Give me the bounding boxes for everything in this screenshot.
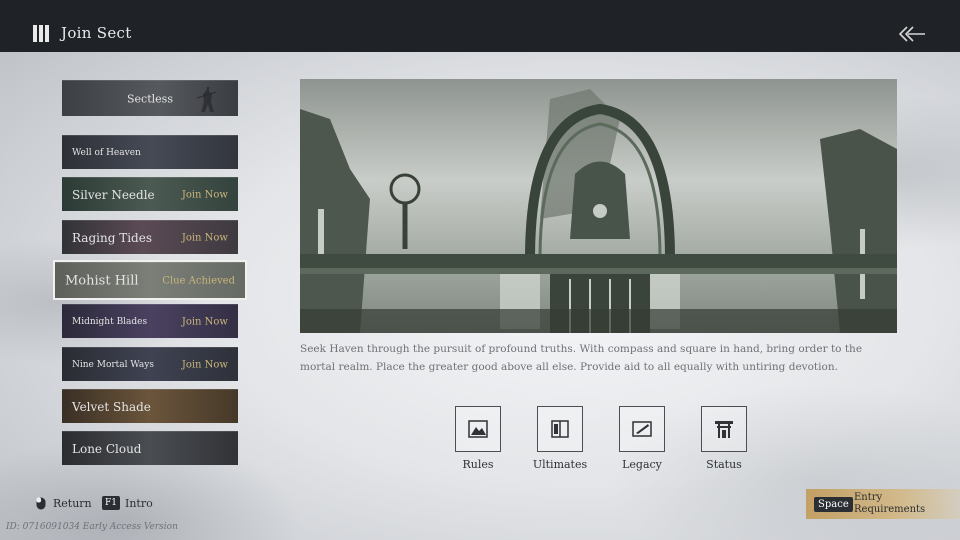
gate-icon xyxy=(715,421,733,438)
mouse-icon xyxy=(36,497,46,510)
sect-item-raging-tides[interactable]: Raging Tides Join Now xyxy=(62,220,238,254)
sect-name: Raging Tides xyxy=(72,230,152,245)
book-icon xyxy=(551,420,569,438)
sect-status: Join Now xyxy=(181,316,228,327)
f1-key-icon: F1 xyxy=(102,496,120,510)
status-label: Status xyxy=(706,458,742,471)
sect-name: Well of Heaven xyxy=(72,147,141,158)
sect-name: Nine Mortal Ways xyxy=(72,359,154,370)
mohist-hill-illustration xyxy=(300,79,897,333)
sect-artwork xyxy=(300,79,897,333)
sect-banner-icon xyxy=(33,25,49,42)
status-button[interactable]: Status xyxy=(700,406,748,471)
space-key-icon: Space xyxy=(814,497,853,512)
sect-item-midnight-blades[interactable]: Midnight Blades Join Now xyxy=(62,304,238,338)
swordsman-silhouette-icon xyxy=(196,87,217,112)
double-chevron-left-icon[interactable] xyxy=(898,25,926,43)
sect-item-mohist-hill[interactable]: Mohist Hill Clue Achieved xyxy=(53,260,247,300)
ultimates-button[interactable]: Ultimates xyxy=(533,406,587,471)
sect-name: Lone Cloud xyxy=(72,441,142,456)
legacy-button[interactable]: Legacy xyxy=(618,406,666,471)
rules-label: Rules xyxy=(462,458,494,471)
sect-item-lone-cloud[interactable]: Lone Cloud xyxy=(62,431,238,465)
sect-description: Seek Haven through the pursuit of profou… xyxy=(300,343,863,373)
legacy-label: Legacy xyxy=(622,458,662,471)
sect-item-silver-needle[interactable]: Silver Needle Join Now xyxy=(62,177,238,211)
ultimates-button-frame[interactable] xyxy=(537,406,583,452)
top-bar: Join Sect xyxy=(0,0,960,52)
sect-name: Mohist Hill xyxy=(65,273,139,288)
ultimates-label: Ultimates xyxy=(532,458,588,471)
sect-item-well-of-heaven[interactable]: Well of Heaven xyxy=(62,135,238,169)
sect-item-velvet-shade[interactable]: Velvet Shade xyxy=(62,389,238,423)
brush-icon xyxy=(632,421,652,437)
rules-scroll-icon xyxy=(468,420,488,438)
page-title: Join Sect xyxy=(61,24,132,42)
sect-status: Clue Achieved xyxy=(162,275,235,286)
intro-label: Intro xyxy=(125,497,153,510)
sect-status: Join Now xyxy=(181,359,228,370)
sect-item-nine-mortal-ways[interactable]: Nine Mortal Ways Join Now xyxy=(62,347,238,381)
sect-item-sectless[interactable]: Sectless xyxy=(62,80,238,116)
sect-status: Join Now xyxy=(181,232,228,243)
sect-name: Midnight Blades xyxy=(72,316,148,327)
entry-requirements-button[interactable]: Space Entry Requirements xyxy=(806,489,960,519)
sect-status: Join Now xyxy=(181,189,228,200)
rules-button-frame[interactable] xyxy=(455,406,501,452)
sect-name: Silver Needle xyxy=(72,187,155,202)
entry-requirements-label: Entry Requirements xyxy=(854,492,926,515)
return-label: Return xyxy=(53,497,92,510)
rules-button[interactable]: Rules xyxy=(454,406,502,471)
version-id: ID: 0716091034 Early Access Version xyxy=(6,522,178,532)
sect-name: Velvet Shade xyxy=(72,399,151,414)
legacy-button-frame[interactable] xyxy=(619,406,665,452)
status-button-frame[interactable] xyxy=(701,406,747,452)
